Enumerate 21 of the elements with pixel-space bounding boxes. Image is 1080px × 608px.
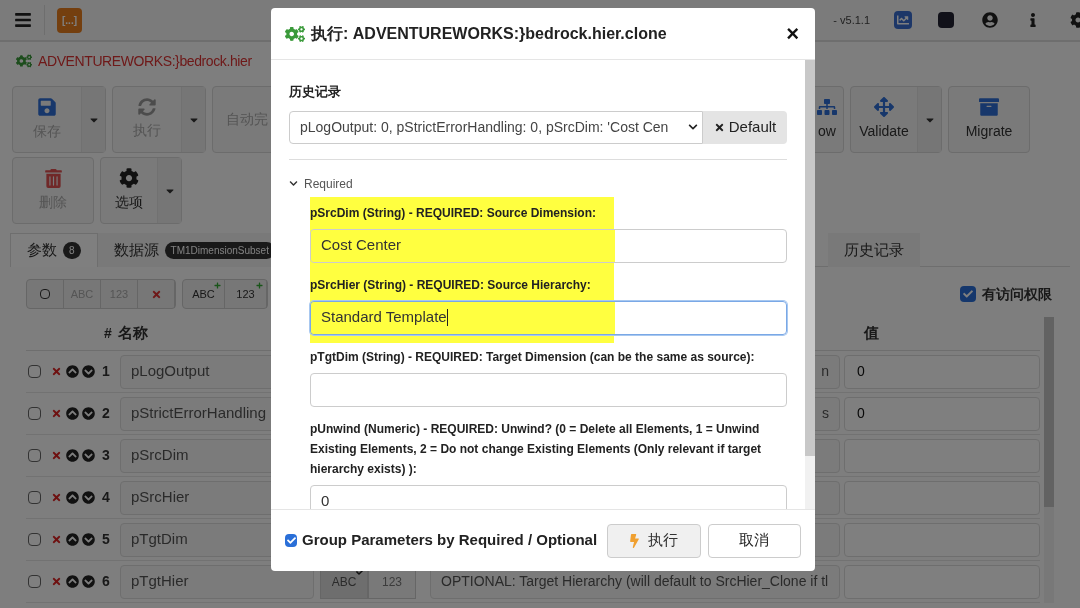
row-number: 2 bbox=[102, 404, 111, 423]
field-label: 历史记录 bbox=[289, 83, 342, 101]
column-header: 值 bbox=[864, 323, 880, 344]
app-logo: [...] bbox=[57, 7, 82, 33]
tab-label: 数据源 bbox=[113, 239, 159, 260]
count-badge: 8 bbox=[63, 242, 81, 259]
checkbox-label: 有访问权限 bbox=[982, 284, 1052, 304]
field-label: pSrcHier (String) - REQUIRED: Source Hierarchy: bbox=[310, 276, 592, 294]
row-number: 5 bbox=[102, 530, 111, 549]
tab-label: 历史记录 bbox=[844, 239, 904, 260]
tab-label: 参数 bbox=[27, 240, 57, 261]
column-header: 名称 bbox=[118, 323, 148, 344]
row-number: 4 bbox=[102, 488, 111, 507]
row-number: 6 bbox=[102, 572, 111, 591]
row-number: 1 bbox=[102, 362, 111, 381]
column-header: # bbox=[104, 324, 113, 343]
field-label: pSrcDim (String) - REQUIRED: Source Dimension: bbox=[310, 204, 598, 222]
row-number: 3 bbox=[102, 446, 111, 465]
process-title: ADVENTUREWORKS:}bedrock.hier bbox=[38, 51, 252, 71]
dialog-title: 执行: ADVENTUREWORKS:}bedrock.hier.clone bbox=[311, 23, 667, 44]
version-label: - v5.1.1 bbox=[833, 12, 870, 28]
